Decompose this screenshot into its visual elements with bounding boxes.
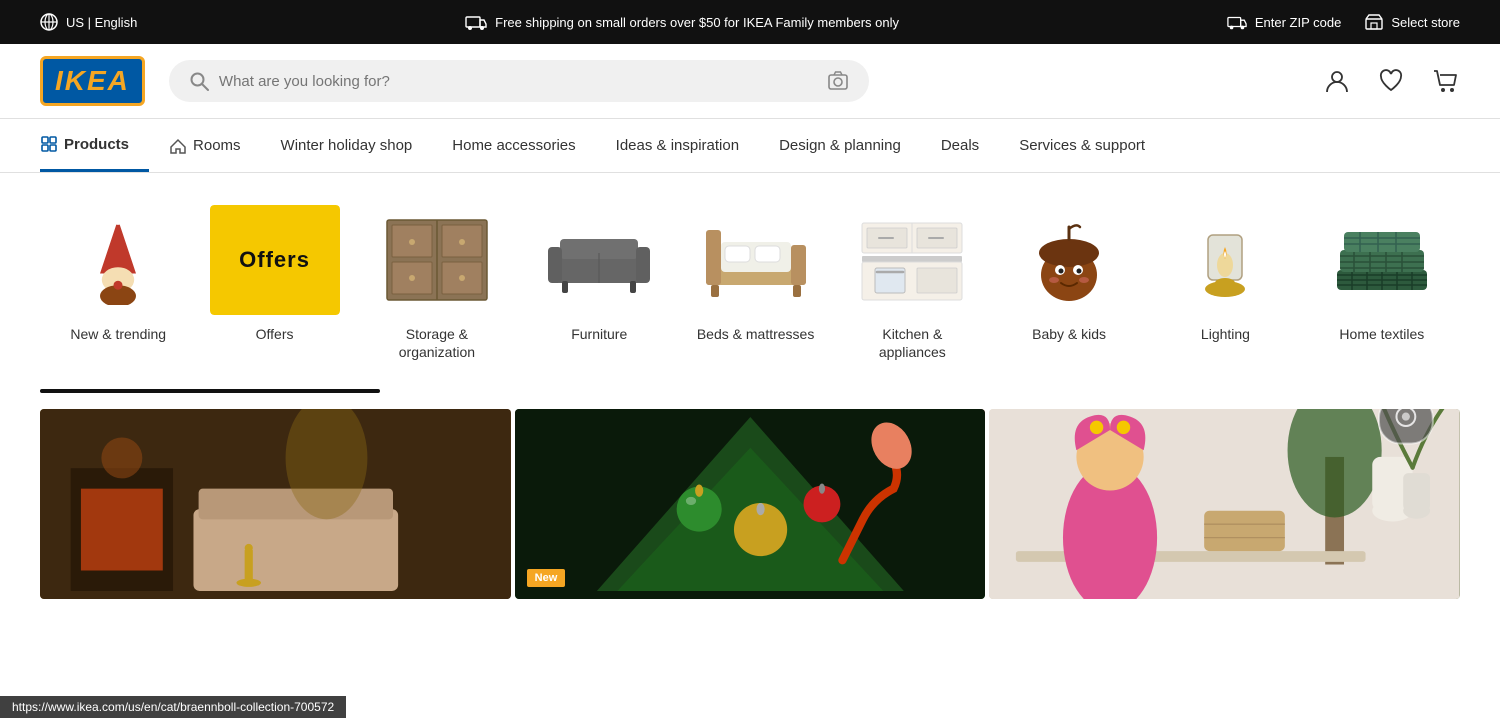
category-furniture-label: Furniture	[571, 325, 627, 343]
category-lighting-label: Lighting	[1201, 325, 1250, 343]
zip-label: Enter ZIP code	[1255, 15, 1341, 30]
category-furniture-image	[534, 205, 664, 315]
status-bar: https://www.ikea.com/us/en/cat/braennbol…	[0, 696, 346, 718]
account-icon	[1324, 68, 1350, 94]
account-icon-button[interactable]	[1324, 68, 1350, 94]
search-bar[interactable]	[169, 60, 869, 102]
nav-winter-holiday[interactable]: Winter holiday shop	[261, 121, 433, 170]
nav-winter-holiday-label: Winter holiday shop	[281, 137, 413, 154]
header: IKEA	[0, 44, 1500, 119]
wishlist-icon-button[interactable]	[1378, 68, 1404, 94]
category-new-trending-label: New & trending	[70, 325, 166, 343]
nav-deals-label: Deals	[941, 137, 979, 154]
cart-icon-button[interactable]	[1432, 68, 1460, 94]
category-kitchen-label: Kitchen & appliances	[850, 325, 975, 361]
categories-row: New & trending Offers Offers	[40, 197, 1460, 381]
kids-scene	[989, 409, 1460, 599]
acorn-svg	[1024, 215, 1114, 305]
scroll-indicator	[40, 389, 380, 393]
category-baby-kids-label: Baby & kids	[1032, 325, 1106, 343]
category-home-textiles-label: Home textiles	[1339, 325, 1424, 343]
panel-holiday[interactable]	[40, 409, 511, 599]
main-nav: Products Rooms Winter holiday shop Home …	[0, 119, 1500, 173]
bed-svg	[701, 220, 811, 300]
rooms-icon	[169, 137, 187, 155]
select-store-button[interactable]: Select store	[1365, 14, 1460, 30]
holiday-scene	[40, 409, 511, 599]
search-icon	[189, 71, 209, 91]
deals-box-text: Offers	[239, 247, 310, 273]
top-bar: US | English Free shipping on small orde…	[0, 0, 1500, 44]
heart-icon	[1378, 68, 1404, 94]
category-offers-label: Offers	[256, 325, 294, 343]
nav-home-accessories[interactable]: Home accessories	[432, 121, 595, 170]
category-lighting[interactable]: Lighting	[1147, 197, 1303, 351]
panel-kids[interactable]	[989, 409, 1460, 599]
nav-products-label: Products	[64, 136, 129, 153]
cart-icon	[1432, 68, 1460, 94]
ikea-logo[interactable]: IKEA	[40, 56, 145, 106]
category-baby-kids[interactable]: Baby & kids	[991, 197, 1147, 351]
store-icon	[1365, 14, 1383, 30]
nav-rooms[interactable]: Rooms	[149, 121, 261, 171]
nav-home-accessories-label: Home accessories	[452, 137, 575, 154]
textiles-svg	[1332, 220, 1432, 300]
nav-design-label: Design & planning	[779, 137, 901, 154]
categories-section: New & trending Offers Offers	[0, 173, 1500, 381]
shipping-text: Free shipping on small orders over $50 f…	[495, 15, 899, 30]
nav-products[interactable]: Products	[40, 119, 149, 172]
nav-ideas-label: Ideas & inspiration	[616, 137, 739, 154]
panel-ornaments[interactable]: New	[515, 409, 986, 599]
image-panels: New	[0, 409, 1500, 599]
cabinet-svg	[382, 215, 492, 305]
header-icons	[1324, 68, 1460, 94]
new-badge: New	[527, 569, 566, 587]
category-new-trending-image	[53, 205, 183, 315]
nav-ideas[interactable]: Ideas & inspiration	[596, 121, 759, 170]
category-storage-label: Storage & organization	[369, 325, 505, 361]
deals-box: Offers	[210, 205, 340, 315]
category-kitchen-image	[847, 205, 977, 315]
category-offers-image: Offers	[210, 205, 340, 315]
category-beds[interactable]: Beds & mattresses	[677, 197, 833, 351]
gnome-svg	[78, 215, 158, 305]
zip-code-button[interactable]: Enter ZIP code	[1227, 14, 1341, 30]
category-beds-label: Beds & mattresses	[697, 325, 815, 343]
nav-services[interactable]: Services & support	[999, 121, 1165, 170]
zip-truck-icon	[1227, 14, 1247, 30]
category-beds-image	[691, 205, 821, 315]
category-home-textiles-image	[1317, 205, 1447, 315]
category-lighting-image	[1160, 205, 1290, 315]
category-kitchen[interactable]: Kitchen & appliances	[834, 197, 991, 369]
category-baby-kids-image	[1004, 205, 1134, 315]
category-storage-image	[372, 205, 502, 315]
search-input[interactable]	[219, 73, 817, 90]
category-storage[interactable]: Storage & organization	[353, 197, 521, 369]
top-bar-right: Enter ZIP code Select store	[1227, 14, 1460, 30]
ornaments-scene	[515, 409, 986, 599]
lamp-svg	[1180, 215, 1270, 305]
locale-text: US | English	[66, 15, 137, 30]
logo-text: IKEA	[55, 65, 130, 97]
truck-icon	[465, 14, 487, 30]
globe-icon	[40, 13, 58, 31]
status-url: https://www.ikea.com/us/en/cat/braennbol…	[12, 700, 334, 714]
store-label: Select store	[1391, 15, 1460, 30]
kitchen-svg	[857, 218, 967, 303]
shipping-notice: Free shipping on small orders over $50 f…	[465, 14, 899, 30]
category-offers[interactable]: Offers Offers	[196, 197, 352, 351]
category-home-textiles[interactable]: Home textiles	[1304, 197, 1460, 351]
category-new-trending[interactable]: New & trending	[40, 197, 196, 351]
sofa-svg	[544, 225, 654, 295]
nav-services-label: Services & support	[1019, 137, 1145, 154]
nav-deals[interactable]: Deals	[921, 121, 999, 170]
category-furniture[interactable]: Furniture	[521, 197, 677, 351]
nav-design[interactable]: Design & planning	[759, 121, 921, 170]
products-icon	[40, 135, 58, 153]
nav-rooms-label: Rooms	[193, 137, 241, 154]
camera-icon	[827, 70, 849, 92]
locale-section[interactable]: US | English	[40, 13, 137, 31]
